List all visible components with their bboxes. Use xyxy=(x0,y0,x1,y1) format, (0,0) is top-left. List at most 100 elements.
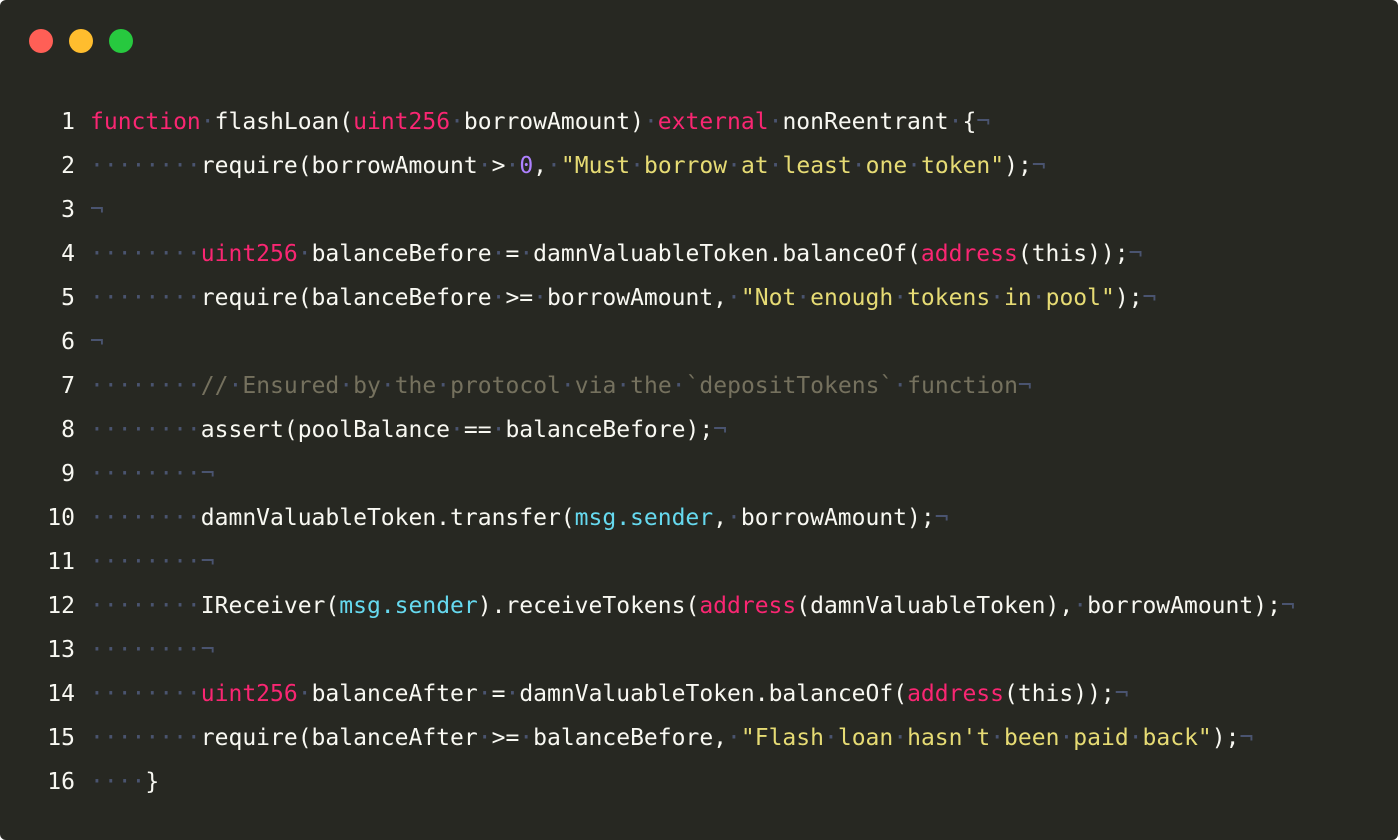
whitespace-marker: · xyxy=(436,373,451,399)
whitespace-marker: · xyxy=(727,153,741,179)
code-token: borrowAmount); xyxy=(740,505,935,531)
keyword-token: uint256 xyxy=(353,109,451,135)
eol-marker: ¬ xyxy=(200,461,215,487)
code-line: 11 ········¬ xyxy=(0,540,1398,584)
comment-token: function xyxy=(907,373,1018,399)
minimize-button[interactable] xyxy=(69,29,93,53)
eol-marker: ¬ xyxy=(200,637,215,663)
whitespace-marker: ········ xyxy=(90,417,201,443)
line-content: function·flashLoan(uint256·borrowAmount)… xyxy=(90,100,990,144)
comment-token: the xyxy=(630,373,672,399)
code-line: 2 ········require(borrowAmount·>·0,·"Must… xyxy=(0,144,1398,188)
code-line: 16 ····} xyxy=(0,760,1398,804)
line-number: 9 xyxy=(61,461,75,487)
whitespace-marker: · xyxy=(616,373,631,399)
code-token: IReceiver( xyxy=(200,593,340,619)
whitespace-marker: · xyxy=(505,153,520,179)
code-line: 15 ········require(balanceAfter·>=·balanc… xyxy=(0,716,1398,760)
whitespace-marker: · xyxy=(823,725,838,751)
maximize-button[interactable] xyxy=(109,29,133,53)
comment-token: by xyxy=(353,373,381,399)
whitespace-marker: · xyxy=(768,109,783,135)
whitespace-marker: ········ xyxy=(90,681,201,707)
line-content: ········require(balanceBefore·>=·borrowA… xyxy=(90,276,1156,320)
whitespace-marker: · xyxy=(533,285,547,311)
whitespace-marker: · xyxy=(768,153,783,179)
whitespace-marker: · xyxy=(297,681,312,707)
whitespace-marker: · xyxy=(1059,725,1074,751)
code-token: balanceBefore, xyxy=(533,725,728,751)
string-token: loan xyxy=(837,725,894,751)
string-token: paid xyxy=(1073,725,1129,751)
eol-marker: ¬ xyxy=(976,109,991,135)
whitespace-marker: · xyxy=(893,373,908,399)
code-line: 12 ········IReceiver(msg.sender).receiveT… xyxy=(0,584,1398,628)
code-line: 10 ········damnValuableToken.transfer(msg… xyxy=(0,496,1398,540)
whitespace-marker: · xyxy=(477,153,492,179)
whitespace-marker: ········ xyxy=(90,285,201,311)
code-line: 4 ········uint256·balanceBefore·=·damnVal… xyxy=(0,232,1398,276)
comment-token: `depositTokens` xyxy=(685,373,894,399)
whitespace-marker: · xyxy=(671,373,686,399)
close-button[interactable] xyxy=(29,29,53,53)
line-content: ¬ xyxy=(90,320,104,364)
whitespace-marker: · xyxy=(727,725,741,751)
string-token: at xyxy=(740,153,769,179)
string-token: back" xyxy=(1142,725,1212,751)
code-block: 1 function·flashLoan(uint256·borrowAmount… xyxy=(0,100,1398,804)
whitespace-marker: ········ xyxy=(90,153,201,179)
line-number: 16 xyxy=(47,769,75,795)
code-token: , xyxy=(533,153,548,179)
code-token: damnValuableToken.balanceOf( xyxy=(533,241,921,267)
whitespace-marker: · xyxy=(450,417,464,443)
line-content: ········//·Ensured·by·the·protocol·via·t… xyxy=(90,364,1032,408)
code-token: borrowAmount); xyxy=(1087,593,1281,619)
string-token: "Flash xyxy=(740,725,824,751)
line-content: ········uint256·balanceAfter·=·damnValua… xyxy=(90,672,1129,716)
string-token: "Not xyxy=(740,285,797,311)
whitespace-marker: · xyxy=(339,373,354,399)
code-line: 7 ········//·Ensured·by·the·protocol·via·… xyxy=(0,364,1398,408)
whitespace-marker: ········ xyxy=(90,461,201,487)
line-content: ········¬ xyxy=(90,628,215,672)
line-number: 3 xyxy=(61,197,75,223)
line-content: ········require(balanceAfter·>=·balanceB… xyxy=(90,716,1253,760)
code-token: balanceAfter xyxy=(311,681,478,707)
code-window: 1 function·flashLoan(uint256·borrowAmount… xyxy=(0,0,1398,840)
whitespace-marker: · xyxy=(907,153,922,179)
line-number: 7 xyxy=(61,373,75,399)
whitespace-marker: · xyxy=(990,725,1005,751)
whitespace-marker: · xyxy=(228,373,243,399)
whitespace-marker: · xyxy=(630,153,644,179)
whitespace-marker: · xyxy=(491,241,506,267)
code-line: 6 ¬ xyxy=(0,320,1398,364)
code-token: } xyxy=(145,769,160,795)
line-number: 15 xyxy=(47,725,75,751)
builtin-token: msg.sender xyxy=(574,505,714,531)
line-content: ····} xyxy=(90,760,159,804)
string-token: "Must xyxy=(560,153,631,179)
code-token: require(balanceAfter xyxy=(200,725,478,751)
code-token: == xyxy=(463,417,492,443)
eol-marker: ¬ xyxy=(90,329,104,355)
comment-token: via xyxy=(574,373,617,399)
code-line: 3 ¬ xyxy=(0,188,1398,232)
code-token: balanceBefore xyxy=(311,241,492,267)
keyword-token: address xyxy=(920,241,1018,267)
eol-marker: ¬ xyxy=(934,505,949,531)
code-token: (damnValuableToken), xyxy=(796,593,1074,619)
line-number: 14 xyxy=(47,681,75,707)
eol-marker: ¬ xyxy=(713,417,728,443)
code-token: nonReentrant xyxy=(782,109,949,135)
code-token: = xyxy=(505,241,520,267)
whitespace-marker: · xyxy=(491,285,506,311)
whitespace-marker: · xyxy=(1128,725,1143,751)
code-token: ).receiveTokens( xyxy=(477,593,700,619)
eol-marker: ¬ xyxy=(1031,153,1046,179)
code-token: ); xyxy=(1211,725,1240,751)
comment-token: Ensured xyxy=(242,373,340,399)
whitespace-marker: ········ xyxy=(90,241,201,267)
code-token: >= xyxy=(505,285,534,311)
code-token: , xyxy=(713,505,727,531)
eol-marker: ¬ xyxy=(1114,681,1129,707)
